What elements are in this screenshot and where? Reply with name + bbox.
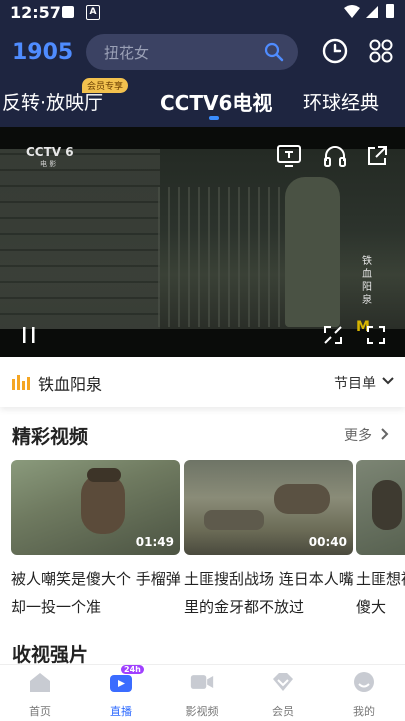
signal-icon [366,6,378,18]
tab-cctv6[interactable]: CCTV6电视 [160,87,272,116]
video-watermark-title: 铁血阳泉 [362,256,372,306]
section2-title: 收视强片 [12,644,89,666]
status-bar: 12:57 A [0,0,405,26]
battery-icon [386,4,394,18]
video-thumbnail[interactable]: 00:40 [184,460,353,555]
video-card[interactable]: 土匪想被傻大 [356,460,405,621]
video-icon [190,675,214,689]
search-box[interactable]: 扭花女 [86,34,298,70]
playing-bars-icon [12,375,30,390]
top-bar: 1905 扭花女 [0,28,405,76]
accessibility-icon: A [86,5,100,20]
wifi-icon [344,5,360,18]
video-title[interactable]: 土匪搜刮战场 连日本人嘴里的金牙都不放过 [184,565,356,621]
nav-vip[interactable]: 会员 [253,671,313,719]
nav-label: 我的 [353,705,375,718]
headphone-icon[interactable] [323,145,347,167]
channel-sub: 电 影 [40,160,57,168]
schedule-link[interactable]: 节目单 [334,373,376,393]
video-title[interactable]: 被人嘲笑是傻大个 手榴弹却一投一个准 [11,565,183,621]
category-grid-icon[interactable] [369,39,393,63]
profile-icon [354,672,374,692]
video-title[interactable]: 土匪想被傻大 [356,565,405,621]
history-clock-icon[interactable] [322,38,348,64]
video-scene-figure [285,177,340,327]
channel-tabs: 反转·放映厅 会员专享 CCTV6电视 环球经典 [0,78,405,124]
video-duration: 00:40 [308,535,347,549]
nav-label: 首页 [29,705,51,718]
share-icon[interactable] [366,145,388,167]
pip-icon[interactable] [323,325,343,345]
video-thumbnail[interactable] [356,460,405,555]
nav-profile[interactable]: 我的 [334,671,394,719]
nav-label: 影视频 [185,705,219,718]
search-icon[interactable] [264,42,284,62]
chevron-right-icon[interactable] [381,428,389,440]
status-time: 12:57 [10,3,61,22]
bottom-nav: 首页 直播 24h 影视频 会员 我的 [0,664,405,721]
logo-text: 1905 [12,40,73,64]
home-icon [30,673,50,692]
nav-video[interactable]: 影视频 [172,671,232,719]
live-24h-badge: 24h [121,665,144,674]
vip-icon [273,673,293,691]
active-tab-indicator [209,116,219,120]
cast-tv-icon[interactable] [277,145,301,167]
live-icon [110,675,132,692]
featured-section-title: 精彩视频 [12,426,89,448]
vip-badge: 会员专享 [82,78,129,93]
fullscreen-icon[interactable] [366,325,386,345]
now-playing-title: 铁血阳泉 [38,375,103,394]
nav-label: 直播 [110,705,132,718]
app-logo[interactable]: 1905 [12,38,74,64]
video-scene-wall [0,149,160,329]
video-thumbnail[interactable]: 01:49 [11,460,180,555]
nav-label: 会员 [272,705,294,718]
video-player[interactable]: CCTV 6 电 影 铁血阳泉 M [0,127,405,357]
chevron-down-icon[interactable] [382,376,394,386]
tab-global-classics[interactable]: 环球经典 [303,88,379,115]
channel-logo: CCTV 6 [26,145,74,159]
video-duration: 01:49 [135,535,174,549]
search-placeholder: 扭花女 [104,44,150,62]
video-card[interactable]: 00:40 土匪搜刮战场 连日本人嘴里的金牙都不放过 [184,460,356,621]
nav-live[interactable]: 直播 24h [91,665,151,719]
nav-home[interactable]: 首页 [10,671,70,719]
notification-icon [62,6,74,18]
pause-icon[interactable] [22,326,36,344]
video-card[interactable]: 01:49 被人嘲笑是傻大个 手榴弹却一投一个准 [11,460,183,621]
more-link[interactable]: 更多 [344,425,372,445]
now-playing-bar: 铁血阳泉 节目单 [0,357,405,407]
